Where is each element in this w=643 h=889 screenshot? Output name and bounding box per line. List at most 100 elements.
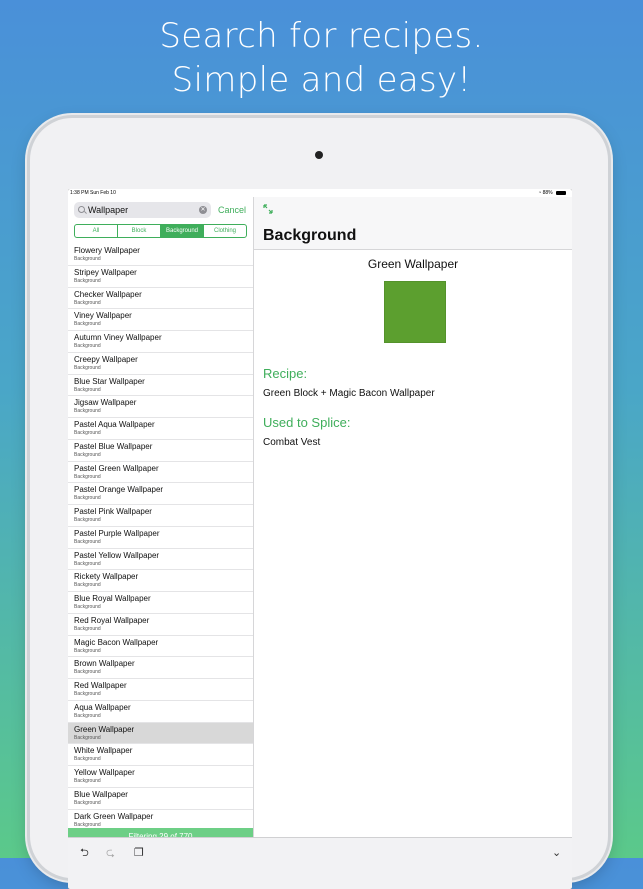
list-item-title: White Wallpaper xyxy=(74,746,133,756)
list-item-subtitle: Background xyxy=(74,799,101,806)
recipe-list: Flowery Wallpaper Background Stripey Wallp… xyxy=(68,244,253,832)
list-item-title: Pastel Pink Wallpaper xyxy=(74,507,152,516)
used-to-splice-heading: Used to Splice: xyxy=(263,415,351,430)
list-item-title: Aqua Wallpaper xyxy=(74,702,131,712)
category-segmented-control: All Block Background Clothing xyxy=(74,224,247,238)
list-item-subtitle: Background xyxy=(74,364,101,371)
list-item-subtitle: Background xyxy=(74,277,101,284)
list-item[interactable]: Rickety Wallpaper Background xyxy=(68,570,253,592)
search-input[interactable]: Wallpaper xyxy=(88,202,128,218)
chevron-down-icon[interactable]: ⌄ xyxy=(552,847,561,859)
list-item-subtitle: Background xyxy=(74,343,101,349)
segment-all[interactable]: All xyxy=(75,225,118,237)
recipe-heading: Recipe: xyxy=(263,366,308,381)
list-item[interactable]: Jigsaw Wallpaper Background xyxy=(68,396,253,418)
sidebar: Wallpaper ✕ Cancel All Block Background … xyxy=(68,197,254,837)
list-item[interactable]: Blue Wallpaper Background xyxy=(68,788,253,810)
list-item-title: Rickety Wallpaper xyxy=(74,572,139,582)
list-item[interactable]: Aqua Wallpaper Background xyxy=(68,701,253,723)
list-item[interactable]: Yellow Wallpaper Background xyxy=(68,766,253,788)
list-item-subtitle: Background xyxy=(74,647,101,654)
list-item-subtitle: Background xyxy=(74,538,101,545)
list-item-title: Pastel Aqua Wallpaper xyxy=(74,420,155,429)
list-item-title: Viney Wallpaper xyxy=(74,311,132,321)
search-icon xyxy=(78,206,85,213)
segment-clothing[interactable]: Clothing xyxy=(204,225,246,237)
list-item-title: Checker Wallpaper xyxy=(74,289,142,299)
list-item-title: Yellow Wallpaper xyxy=(74,768,135,777)
headline-line-2: Simple and easy! xyxy=(171,60,472,100)
list-item-title: Green Wallpaper xyxy=(74,724,135,734)
ipad-frame: 1:38 PM Sun Feb 10 ◔ 88% Wallpaper ✕ Can… xyxy=(30,118,608,889)
list-item[interactable]: Blue Royal Wallpaper Background xyxy=(68,592,253,614)
recipe-text: Green Block + Magic Bacon Wallpaper xyxy=(263,388,435,399)
undo-icon[interactable]: ⮌ xyxy=(80,847,89,859)
status-time-date: 1:38 PM Sun Feb 10 xyxy=(70,190,116,196)
list-item-subtitle: Background xyxy=(74,408,101,415)
list-item-title: Pastel Orange Wallpaper xyxy=(74,485,164,495)
headline: Search for recipes. Simple and easy! xyxy=(0,14,643,102)
battery-icon xyxy=(556,190,566,195)
list-item-subtitle: Background xyxy=(74,669,101,676)
cancel-button[interactable]: Cancel xyxy=(218,202,246,218)
list-item[interactable]: Pastel Pink Wallpaper Background xyxy=(68,505,253,527)
list-item[interactable]: Red Royal Wallpaper Background xyxy=(68,614,253,636)
segment-block[interactable]: Block xyxy=(118,225,161,237)
detail-title: Background xyxy=(263,227,357,244)
list-item-subtitle: Background xyxy=(74,451,101,458)
list-item[interactable]: Pastel Blue Wallpaper Background xyxy=(68,440,253,462)
battery-percent: 88% xyxy=(542,190,553,196)
list-item[interactable]: Flowery Wallpaper Background xyxy=(68,244,253,266)
list-item-subtitle: Background xyxy=(74,517,101,523)
list-item-subtitle: Background xyxy=(74,299,101,306)
item-name: Green Wallpaper xyxy=(367,257,459,271)
list-item[interactable]: Pastel Yellow Wallpaper Background xyxy=(68,549,253,571)
list-item[interactable]: Pastel Orange Wallpaper Background xyxy=(68,483,253,505)
list-item-title: Red Wallpaper xyxy=(74,681,127,690)
list-item[interactable]: White Wallpaper Background xyxy=(68,744,253,766)
list-item[interactable]: Viney Wallpaper Background xyxy=(68,309,253,331)
list-item[interactable]: Stripey Wallpaper Background xyxy=(68,266,253,288)
expand-icon[interactable] xyxy=(263,204,273,214)
list-item-subtitle: Background xyxy=(74,691,101,697)
redo-icon[interactable]: ⮎ xyxy=(106,847,115,859)
list-item-title: Pastel Purple Wallpaper xyxy=(74,528,160,538)
list-item-title: Brown Wallpaper xyxy=(74,659,135,669)
list-item[interactable]: Pastel Aqua Wallpaper Background xyxy=(68,418,253,440)
segment-background[interactable]: Background xyxy=(161,225,204,237)
list-item-subtitle: Background xyxy=(74,582,101,589)
list-item[interactable]: Pastel Purple Wallpaper Background xyxy=(68,527,253,549)
list-item-title: Magic Bacon Wallpaper xyxy=(74,637,159,647)
list-item-subtitle: Background xyxy=(74,778,101,784)
list-item[interactable]: Red Wallpaper Background xyxy=(68,679,253,701)
list-item-subtitle: Background xyxy=(74,473,101,480)
list-item[interactable]: Pastel Green Wallpaper Background xyxy=(68,462,253,484)
list-item-subtitle: Background xyxy=(74,756,101,763)
status-bar: 1:38 PM Sun Feb 10 ◔ 88% xyxy=(68,189,572,197)
search-field[interactable]: Wallpaper ✕ xyxy=(74,202,211,218)
list-item-title: Dark Green Wallpaper xyxy=(74,811,154,821)
list-item-title: Blue Wallpaper xyxy=(74,789,128,799)
app-screen: 1:38 PM Sun Feb 10 ◔ 88% Wallpaper ✕ Can… xyxy=(68,189,572,889)
list-item[interactable]: Blue Star Wallpaper Background xyxy=(68,375,253,397)
list-item-title: Red Royal Wallpaper xyxy=(74,615,150,625)
list-item[interactable]: Magic Bacon Wallpaper Background xyxy=(68,636,253,658)
list-item-title: Flowery Wallpaper xyxy=(74,246,140,255)
clipboard-icon[interactable]: ❐ xyxy=(134,847,144,859)
list-item-subtitle: Background xyxy=(74,821,101,828)
list-item-subtitle: Background xyxy=(74,625,101,632)
camera xyxy=(315,151,323,159)
list-item[interactable]: Checker Wallpaper Background xyxy=(68,288,253,310)
list-item-title: Blue Star Wallpaper xyxy=(74,376,145,386)
wifi-icon: ◔ xyxy=(538,190,542,196)
list-item[interactable]: Creepy Wallpaper Background xyxy=(68,353,253,375)
list-item-subtitle: Background xyxy=(74,604,101,610)
list-item[interactable]: Green Wallpaper Background xyxy=(68,722,253,745)
list-item-title: Autumn Viney Wallpaper xyxy=(74,333,162,342)
list-item[interactable]: Autumn Viney Wallpaper Background xyxy=(68,331,253,353)
status-right: ◔ 88% xyxy=(538,189,566,197)
list-item-title: Jigsaw Wallpaper xyxy=(74,398,137,408)
list-item[interactable]: Brown Wallpaper Background xyxy=(68,657,253,679)
list-item-subtitle: Background xyxy=(74,495,101,502)
clear-icon[interactable]: ✕ xyxy=(199,206,207,214)
